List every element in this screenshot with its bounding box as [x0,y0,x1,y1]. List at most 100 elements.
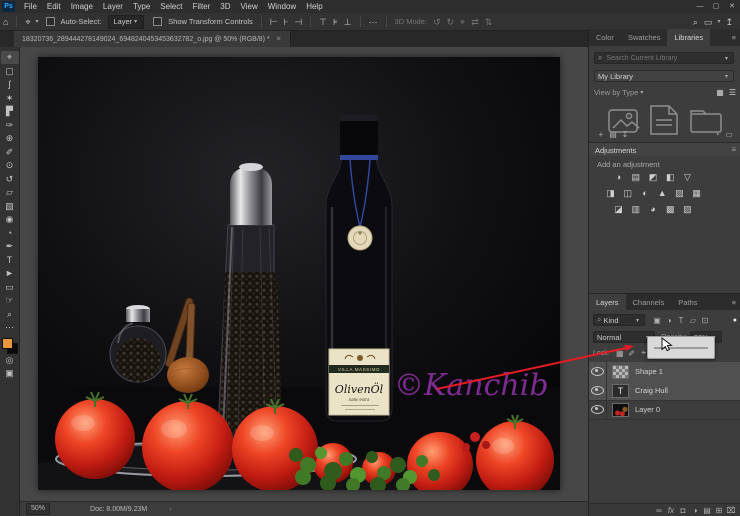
share-icon[interactable]: ↥ [725,14,733,30]
threshold-icon[interactable]: ◕ [647,204,659,214]
menu-file[interactable]: File [19,2,42,11]
menu-window[interactable]: Window [263,2,301,11]
blend-mode-dropdown[interactable]: Normal ▾ [593,331,655,343]
3d-slide-icon[interactable]: ⇄ [471,14,479,30]
invert-icon[interactable]: ◪ [613,204,625,215]
align-left-icon[interactable]: ⊢ [270,14,278,30]
hue-saturation-icon[interactable]: ◨ [605,188,617,199]
filter-type-layers-icon[interactable]: T [675,316,687,325]
visibility-toggle[interactable] [589,381,607,400]
align-center-horizontal-icon[interactable]: ⊦ [284,14,289,30]
3d-orbit-icon[interactable]: ↺ [433,14,441,30]
zoom-level-field[interactable]: 50% [26,503,50,515]
filter-kind-dropdown[interactable]: ⌕ Kind ▾ [593,314,645,326]
align-center-vertical-icon[interactable]: ⊧ [333,14,338,30]
tab-color[interactable]: Color [589,29,621,46]
grid-view-icon[interactable]: ▦ [716,88,724,97]
layer-effects-icon[interactable]: fx [665,506,677,515]
rectangle-tool[interactable]: ▭ [1,281,19,294]
new-layer-icon[interactable]: ⊞ [713,506,725,515]
add-layer-mask-icon[interactable]: ◘ [677,506,689,515]
blur-tool[interactable]: ◉ [1,213,19,226]
new-group-icon[interactable]: ▤ [701,506,713,515]
tab-channels[interactable]: Channels [626,294,672,311]
library-select[interactable]: My Library ▾ [594,70,734,82]
tab-close-icon[interactable]: ✕ [276,35,282,43]
opacity-slider-popup[interactable] [647,336,715,359]
filter-pixel-layers-icon[interactable]: ▣ [651,316,663,325]
brightness-contrast-icon[interactable]: ◑ [613,172,625,182]
canvas-area[interactable]: VILLA MASSIMO OlivenÖl nativ extra [20,47,588,516]
add-content-icon[interactable]: + [595,130,607,139]
layer-row-shape-1[interactable]: Shape 1 [589,362,740,382]
3d-roll-icon[interactable]: ↻ [447,14,455,30]
delete-layer-icon[interactable]: ⌧ [725,506,737,515]
search-icon[interactable]: ⌕ [693,14,698,30]
menu-select[interactable]: Select [155,2,187,11]
eyedropper-tool[interactable]: ✑ [1,119,19,132]
channel-mixer-icon[interactable]: ▨ [673,188,685,199]
new-adjustment-layer-icon[interactable]: ◑ [689,506,701,515]
status-chevron-icon[interactable]: › [169,506,171,513]
list-view-icon[interactable]: ☰ [729,88,736,97]
visibility-toggle[interactable] [589,362,607,381]
library-options-icon[interactable]: ▭ [723,130,735,139]
align-bottom-icon[interactable]: ⊥ [344,14,352,30]
layer-row-background[interactable]: Layer 0 [589,400,740,420]
3d-scale-icon[interactable]: ⇅ [485,14,493,30]
vibrance-icon[interactable]: ▽ [681,172,693,183]
quick-mask-button[interactable]: ◎ [1,354,19,367]
library-search-input[interactable] [604,54,723,63]
edit-toolbar-icon[interactable]: ⋯ [1,321,19,334]
library-search-box[interactable]: ⌕ ▾ [594,52,734,64]
layer-thumbnail-type[interactable]: T [612,384,629,398]
show-transform-checkbox[interactable] [153,17,162,26]
pen-tool[interactable]: ✒ [1,240,19,253]
filter-toggle-icon[interactable]: ● [733,317,737,324]
posterize-icon[interactable]: ▥ [630,204,642,215]
new-group-icon[interactable]: ▤ [607,130,619,139]
curves-icon[interactable]: ◩ [647,172,659,183]
tab-swatches[interactable]: Swatches [621,29,668,46]
menu-help[interactable]: Help [301,2,327,11]
panel-menu-icon[interactable]: ≡ [727,29,740,46]
menu-layer[interactable]: Layer [98,2,128,11]
view-by-label[interactable]: View by Type [594,88,638,97]
dodge-tool[interactable]: ◔ [1,227,19,240]
layer-name[interactable]: Layer 0 [635,405,660,414]
marquee-tool[interactable]: ▢ [1,65,19,78]
menu-3d[interactable]: 3D [215,2,235,11]
3d-pan-icon[interactable]: ⌖ [460,14,465,30]
more-options-icon[interactable]: ⋯ [369,14,378,30]
minimize-button[interactable]: — [692,0,708,13]
menu-edit[interactable]: Edit [42,2,66,11]
align-right-icon[interactable]: ⊣ [294,14,302,30]
quick-selection-tool[interactable]: ✶ [1,92,19,105]
black-white-icon[interactable]: ◐ [639,188,651,198]
move-tool[interactable]: ⌖ [1,51,19,64]
panel-menu-icon[interactable]: ≡ [726,143,740,157]
photo-canvas[interactable]: VILLA MASSIMO OlivenÖl nativ extra [38,57,560,490]
lock-transparent-pixels-icon[interactable]: ▦ [614,349,626,358]
layer-row-text[interactable]: T Craig Hull [589,381,740,401]
lasso-tool[interactable]: ʃ [1,78,19,91]
color-balance-icon[interactable]: ◫ [622,188,634,199]
layer-name[interactable]: Shape 1 [635,367,663,376]
align-top-icon[interactable]: ⊤ [319,14,327,30]
gradient-tool[interactable]: ▧ [1,200,19,213]
menu-view[interactable]: View [236,2,263,11]
visibility-toggle[interactable] [589,400,607,419]
layer-thumbnail[interactable] [612,403,629,417]
menu-type[interactable]: Type [128,2,155,11]
foreground-color-swatch[interactable] [2,338,13,349]
zoom-tool[interactable]: ⌕ [1,308,19,321]
color-lookup-icon[interactable]: ▦ [691,188,703,199]
color-swatches[interactable] [2,338,18,354]
photo-filter-icon[interactable]: ▲ [656,188,668,198]
history-brush-tool[interactable]: ↺ [1,173,19,186]
tab-paths[interactable]: Paths [671,294,704,311]
levels-icon[interactable]: ▤ [630,172,642,183]
brush-tool[interactable]: ✐ [1,146,19,159]
lock-image-pixels-icon[interactable]: ✐ [626,349,638,358]
tab-libraries[interactable]: Libraries [667,29,710,46]
